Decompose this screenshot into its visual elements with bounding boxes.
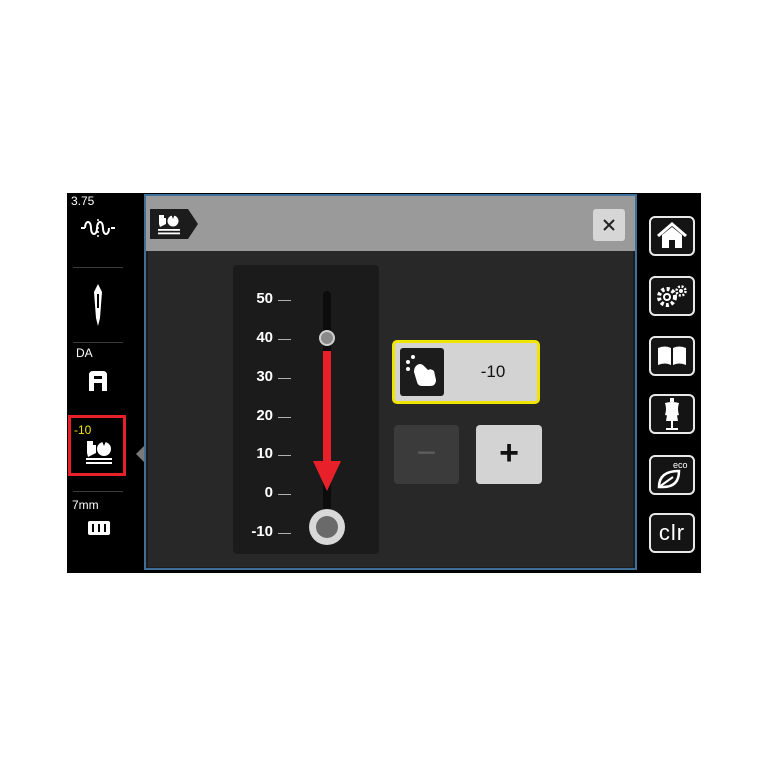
scale-label-50: 50 bbox=[256, 290, 273, 307]
home-button[interactable] bbox=[649, 216, 695, 256]
pressure-value: -10 bbox=[480, 362, 506, 381]
arrow-shaft bbox=[323, 351, 331, 461]
settings-gears-icon bbox=[657, 285, 687, 307]
sidebar-item-stitch-width[interactable]: 3.75 bbox=[67, 193, 129, 267]
needle-icon bbox=[94, 284, 102, 326]
eco-leaf-icon: eco bbox=[657, 460, 688, 489]
tutorial-book-icon bbox=[658, 346, 686, 365]
eco-label: eco bbox=[673, 460, 688, 470]
increase-button[interactable]: + bbox=[476, 425, 542, 484]
presser-foot-value: DA bbox=[76, 346, 93, 360]
previous-value-marker bbox=[319, 330, 335, 346]
dialog-header bbox=[146, 196, 635, 251]
sidebar-item-stitch-plate[interactable]: 7mm bbox=[67, 492, 129, 570]
scale-label-40: 40 bbox=[256, 329, 273, 346]
pressure-slider[interactable] bbox=[305, 285, 349, 550]
arrow-head bbox=[313, 461, 341, 491]
close-button[interactable] bbox=[593, 209, 625, 241]
pressure-value-display[interactable]: -10 bbox=[392, 340, 540, 404]
close-icon bbox=[603, 219, 615, 231]
dialog-pointer bbox=[136, 446, 144, 462]
stitch-plate-icon bbox=[88, 521, 110, 535]
scale-label-20: 20 bbox=[256, 407, 273, 424]
dialog-body: 50 40 30 20 10 0 -10 -10 − + bbox=[148, 251, 633, 567]
scale-label-30: 30 bbox=[256, 368, 273, 385]
scale-label-0: 0 bbox=[264, 484, 273, 501]
clear-label: clr bbox=[658, 520, 686, 545]
value-icon-box bbox=[400, 348, 444, 396]
sewing-machine-screen: 3.75 DA -10 7mm 50 40 30 20 10 0 -10 -10… bbox=[67, 193, 701, 573]
decrease-button[interactable]: − bbox=[394, 425, 459, 484]
sidebar-item-needle[interactable] bbox=[67, 268, 129, 342]
tutorial-button[interactable] bbox=[649, 336, 695, 376]
clear-button[interactable]: clr bbox=[649, 513, 695, 553]
pressure-scale[interactable]: 50 40 30 20 10 0 -10 bbox=[233, 265, 379, 554]
scale-label-10: 10 bbox=[256, 445, 273, 462]
dress-form-icon bbox=[665, 398, 679, 430]
right-sidebar: eco clr bbox=[640, 193, 701, 573]
presser-foot-pressure-dialog: 50 40 30 20 10 0 -10 -10 − + bbox=[144, 194, 637, 570]
left-sidebar: 3.75 DA -10 7mm bbox=[67, 193, 129, 573]
sidebar-item-presser-foot[interactable]: DA bbox=[67, 343, 129, 417]
presser-foot-icon bbox=[89, 371, 107, 391]
finger-tap-icon bbox=[406, 355, 436, 386]
active-item-highlight bbox=[68, 415, 126, 476]
creative-consultant-button[interactable] bbox=[649, 394, 695, 434]
scale-label-minus-10: -10 bbox=[251, 523, 273, 540]
presser-foot-pressure-icon bbox=[150, 209, 198, 239]
eco-button[interactable]: eco bbox=[649, 455, 695, 495]
home-icon bbox=[657, 222, 687, 248]
stitch-plate-value: 7mm bbox=[72, 498, 99, 512]
stitch-width-value: 3.75 bbox=[71, 194, 95, 208]
stitch-width-icon bbox=[81, 219, 115, 237]
settings-button[interactable] bbox=[649, 276, 695, 316]
